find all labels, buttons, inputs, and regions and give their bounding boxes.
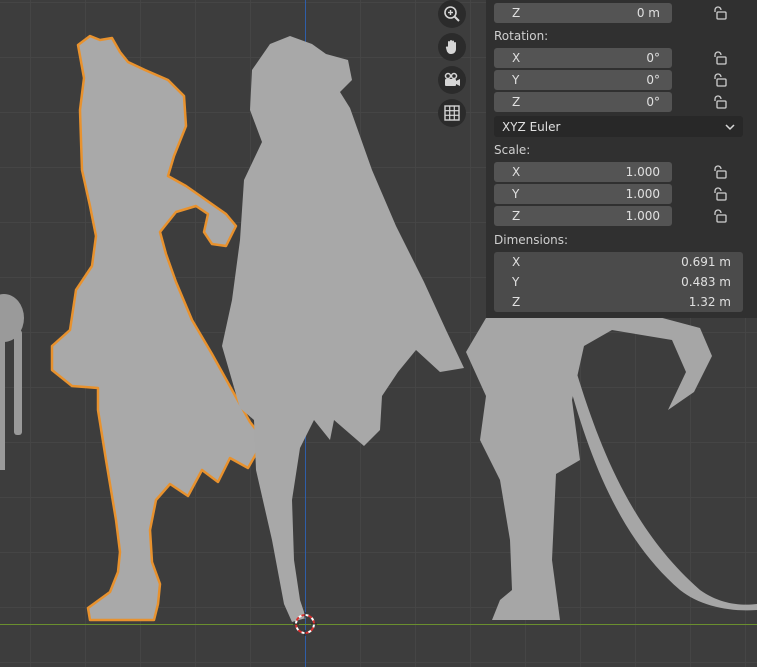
axis-label: X <box>512 51 521 65</box>
rotation-label: Rotation: <box>494 29 549 43</box>
hand-pan-icon[interactable] <box>438 33 466 61</box>
axis-label: Y <box>512 187 520 201</box>
axis-label: X <box>512 255 521 269</box>
field-value: 1.000 <box>625 187 660 201</box>
camera-icon[interactable] <box>438 66 466 94</box>
lock-icon[interactable] <box>712 51 728 65</box>
rotation-mode-select[interactable]: XYZ Euler <box>494 116 743 137</box>
partial-model-left <box>0 294 24 470</box>
axis-label: Z <box>512 95 521 109</box>
field-value: 1.000 <box>625 165 660 179</box>
axis-label: Z <box>512 295 521 309</box>
field-value: 0.483 m <box>681 275 731 289</box>
location-z-field[interactable]: Z 0 m <box>494 3 672 23</box>
lock-icon[interactable] <box>712 95 728 109</box>
select-value: XYZ Euler <box>502 119 561 134</box>
rotation-x-field[interactable]: X 0° <box>494 48 672 68</box>
scale-z-field[interactable]: Z 1.000 <box>494 206 672 226</box>
scale-x-field[interactable]: X 1.000 <box>494 162 672 182</box>
chevron-down-icon <box>725 123 735 130</box>
field-value: 1.32 m <box>688 295 731 309</box>
axis-label: Z <box>512 209 521 223</box>
lock-icon[interactable] <box>712 73 728 87</box>
navigation-gizmo <box>438 0 468 132</box>
axis-label: Z <box>512 6 521 20</box>
middle-character <box>222 36 464 622</box>
scale-label: Scale: <box>494 143 531 157</box>
lock-icon[interactable] <box>712 6 728 20</box>
field-value: 0° <box>646 95 660 109</box>
rotation-z-field[interactable]: Z 0° <box>494 92 672 112</box>
lock-icon[interactable] <box>712 187 728 201</box>
grid-icon[interactable] <box>438 99 466 127</box>
axis-label: Y <box>512 275 520 289</box>
3d-cursor-icon[interactable] <box>293 612 317 636</box>
field-value: 0.691 m <box>681 255 731 269</box>
field-value: 0° <box>646 51 660 65</box>
rotation-y-field[interactable]: Y 0° <box>494 70 672 90</box>
lock-icon[interactable] <box>712 209 728 223</box>
dimensions-z-field[interactable]: Z 1.32 m <box>494 292 743 312</box>
zoom-icon[interactable] <box>438 0 466 28</box>
dimensions-label: Dimensions: <box>494 233 569 247</box>
field-value: 0 m <box>636 6 660 20</box>
partial-model-right <box>466 312 757 620</box>
axis-label: X <box>512 165 521 179</box>
dimensions-x-field[interactable]: X 0.691 m <box>494 252 743 272</box>
scale-y-field[interactable]: Y 1.000 <box>494 184 672 204</box>
field-value: 0° <box>646 73 660 87</box>
field-value: 1.000 <box>625 209 660 223</box>
lock-icon[interactable] <box>712 165 728 179</box>
axis-label: Y <box>512 73 520 87</box>
dimensions-y-field[interactable]: Y 0.483 m <box>494 272 743 292</box>
transform-panel: Z 0 m Rotation: X 0° Y 0° Z 0° XYZ Euler… <box>486 0 757 318</box>
